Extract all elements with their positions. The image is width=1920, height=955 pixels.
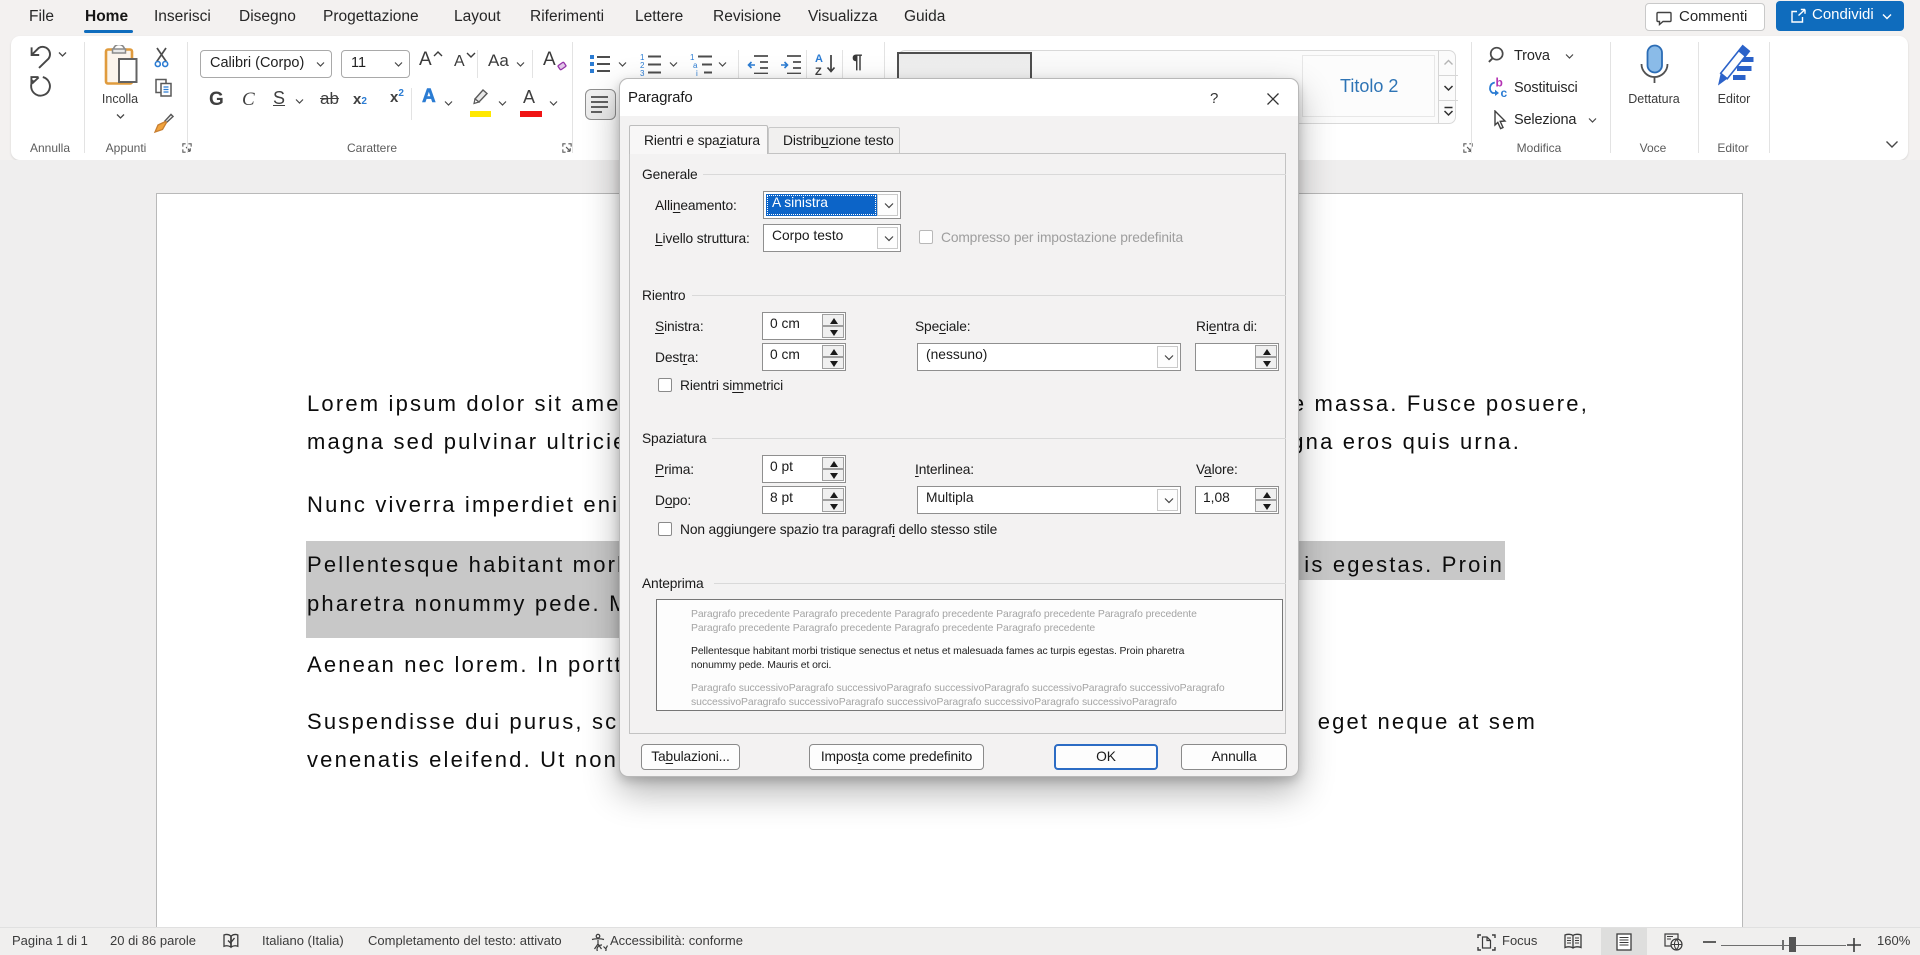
svg-text:Z: Z [815,66,822,77]
svg-text:A: A [815,53,823,65]
svg-text:i: i [696,69,698,76]
svg-text:3: 3 [640,69,645,76]
svg-text:c: c [1501,86,1508,99]
